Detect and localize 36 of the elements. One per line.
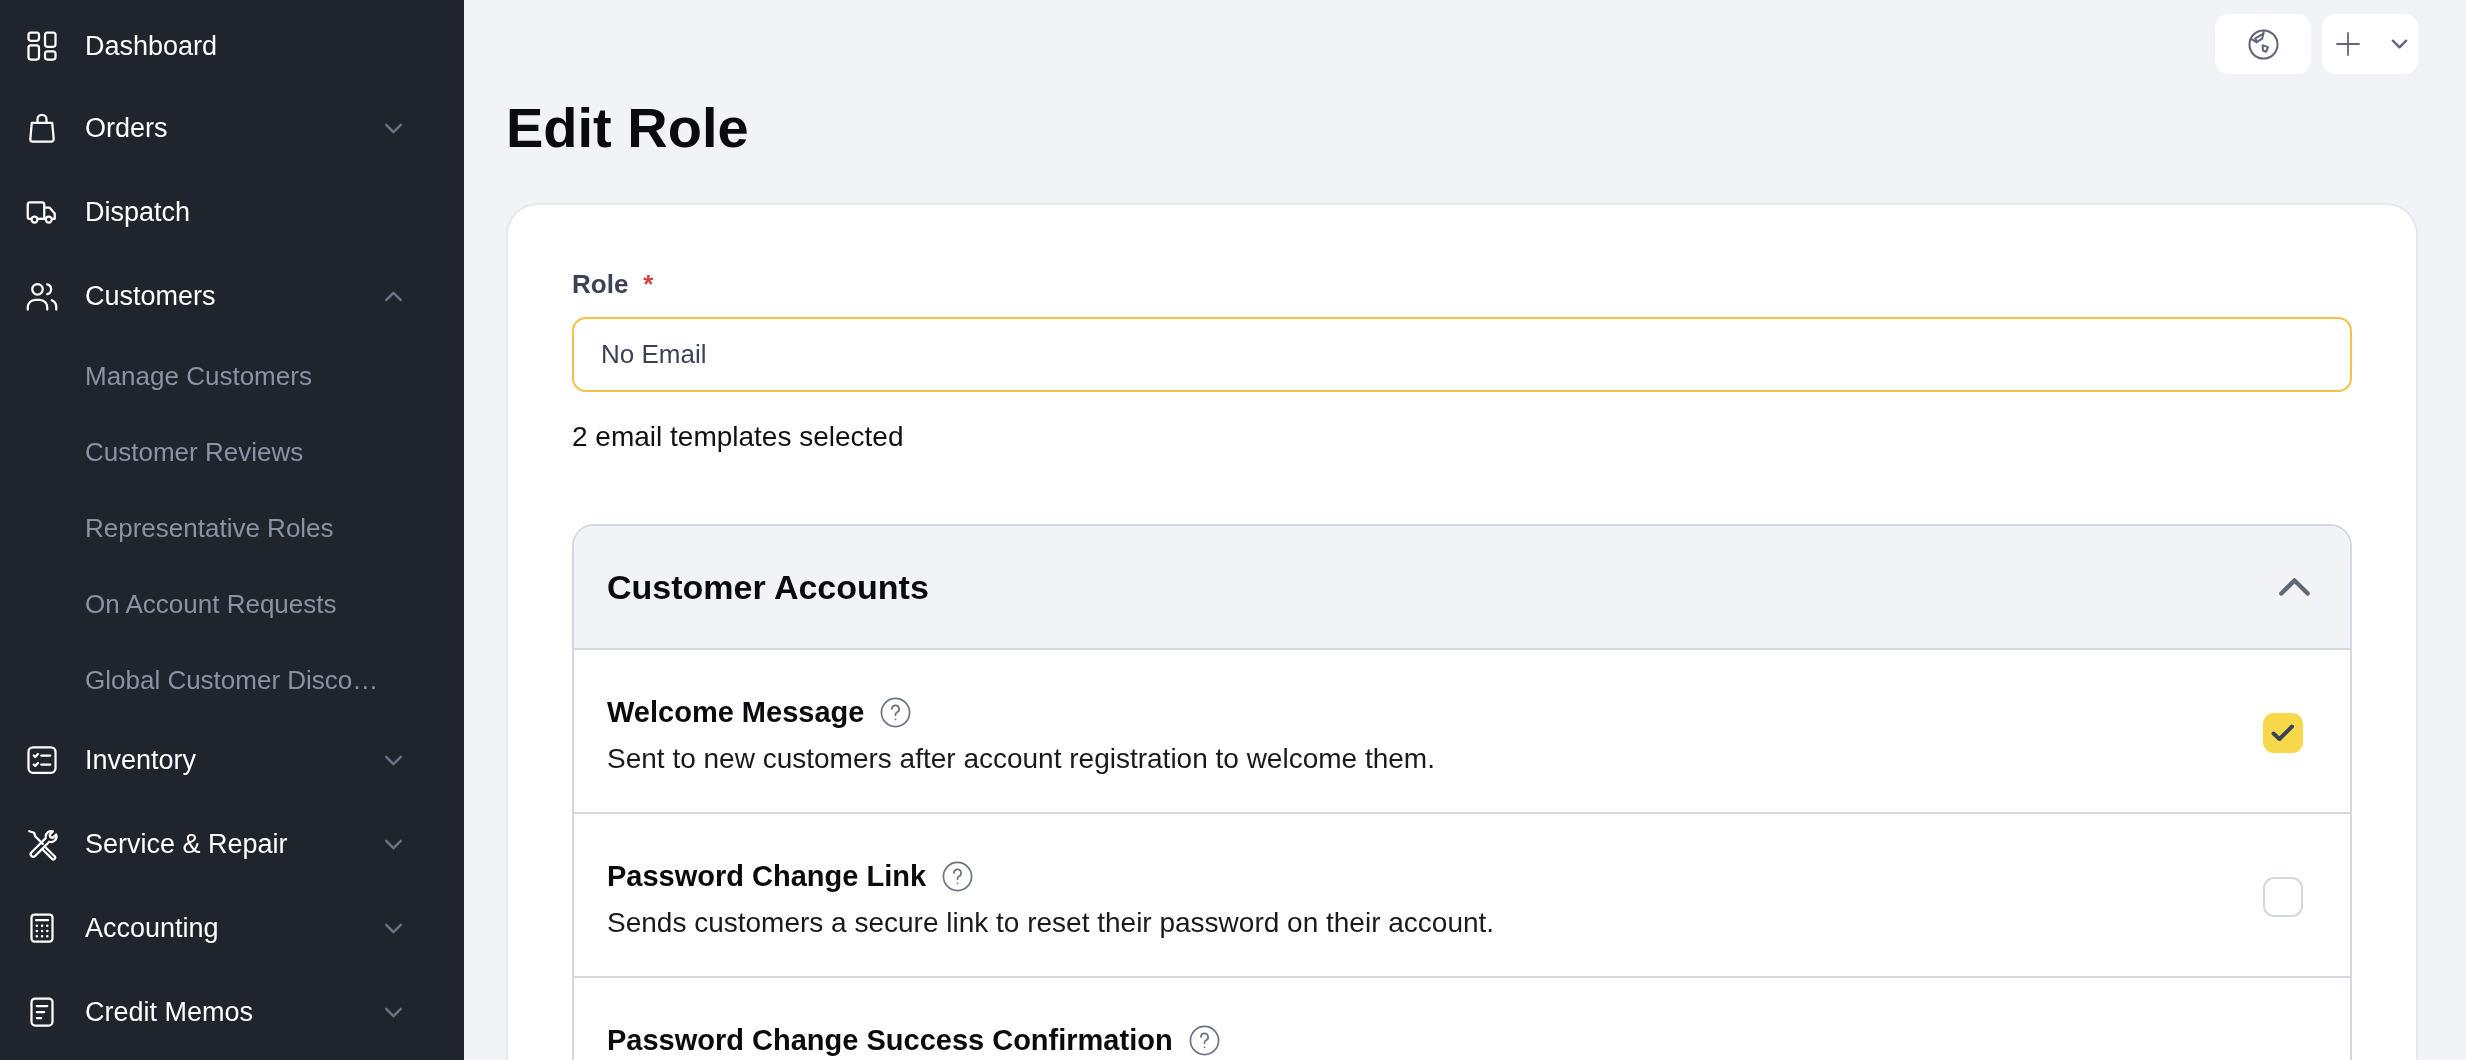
plus-icon [2336,32,2360,56]
nav-item[interactable]: Dispatch [0,170,464,254]
nav-item[interactable]: Credit Memos [0,970,464,1054]
template-name: Password Change Success Confirmation [607,1023,1173,1057]
nav-subitem[interactable]: On Account Requests [0,566,464,642]
template-description: Sends customers a secure link to reset their password on their account. [607,906,1496,940]
help-icon[interactable] [880,696,912,728]
template-description: Sent to new customers after account registration to welcome them. [607,742,1436,776]
nav-item[interactable]: Service & Repair [0,802,464,886]
nav-item[interactable]: Orders [0,86,464,170]
nav-item[interactable]: Dashboard [0,6,464,86]
globe-icon [2246,27,2280,61]
section-title: Customer Accounts [607,567,929,607]
add-menu-button[interactable] [2322,14,2418,74]
nav-item[interactable]: Customers [0,254,464,338]
nav-subitem[interactable]: Global Customer Disco… [0,642,464,718]
chevron-up-icon[interactable] [2278,577,2311,597]
help-icon[interactable] [1188,1024,1220,1056]
nav-subitem[interactable]: Customer Reviews [0,414,464,490]
checkbox[interactable] [2263,876,2303,917]
globe-button[interactable] [2215,14,2311,74]
template-name: Welcome Message [607,695,865,729]
role-field[interactable]: No Email [572,317,2352,392]
required-mark: * [643,268,654,300]
nav-subitem[interactable]: Manage Customers [0,338,464,414]
checkbox[interactable] [2263,712,2303,753]
nav-subitem[interactable]: Representative Roles [0,490,464,566]
helper-text: 2 email templates selected [572,422,905,452]
nav-item[interactable]: Inventory [0,718,464,802]
help-icon[interactable] [942,860,974,892]
field-label: Role [572,268,629,300]
nav-item[interactable]: Accounting [0,886,464,970]
grid-icon [24,28,60,64]
page-title: Edit Role [506,95,750,161]
chevron-down-icon [2391,39,2408,49]
template-name: Password Change Link [607,859,927,893]
